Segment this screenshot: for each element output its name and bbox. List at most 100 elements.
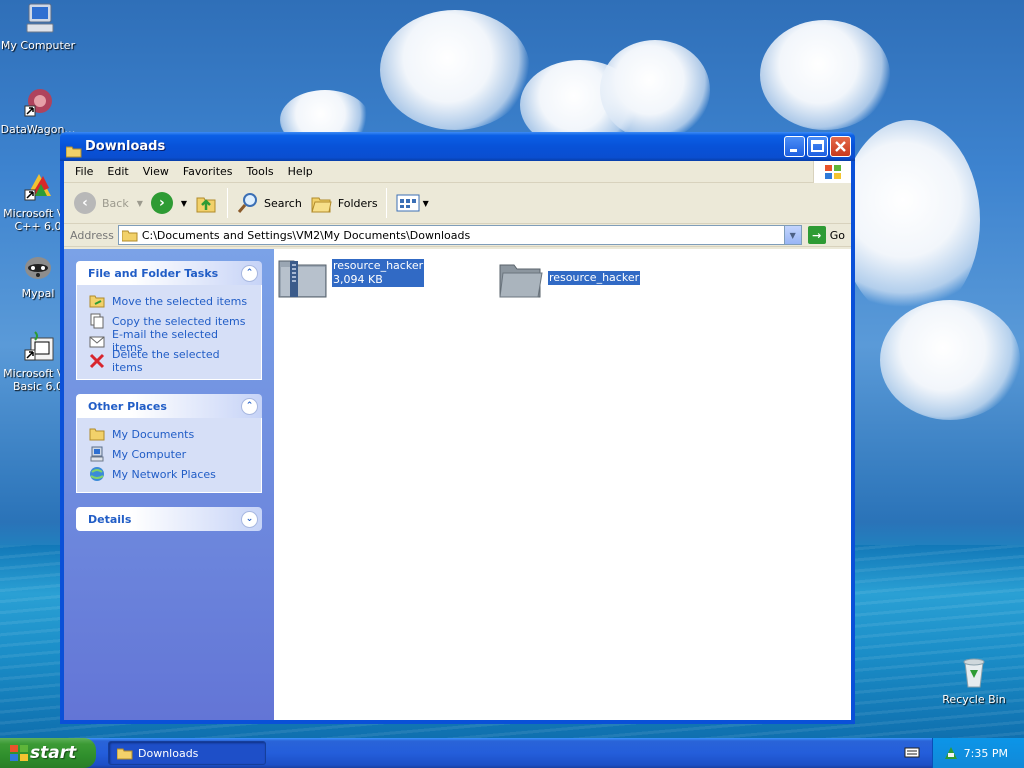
details-header[interactable]: Details ⌄ xyxy=(76,507,262,531)
go-label: Go xyxy=(829,228,845,242)
zip-folder-icon xyxy=(278,260,327,298)
menu-view[interactable]: View xyxy=(136,165,176,178)
panel-title: Other Places xyxy=(88,399,167,413)
task-pane: File and Folder Tasks ⌃ Move the selecte… xyxy=(64,249,274,720)
menu-favorites[interactable]: Favorites xyxy=(176,165,240,178)
task-label: Delete the selected items xyxy=(112,348,220,374)
file-name: resource_hacker xyxy=(332,259,425,273)
search-label: Search xyxy=(264,196,302,210)
keyboard-icon[interactable] xyxy=(904,745,920,762)
window-titlebar[interactable]: Downloads xyxy=(60,132,855,161)
search-icon xyxy=(237,193,258,213)
email-items-icon xyxy=(89,333,105,349)
windows-flag-icon xyxy=(10,745,28,761)
expand-chevron-icon[interactable]: ⌄ xyxy=(241,510,258,528)
file-size: 3,094 KB xyxy=(332,273,425,287)
other-places-header[interactable]: Other Places ⌃ xyxy=(76,394,262,418)
panel-title: File and Folder Tasks xyxy=(88,266,219,280)
file-folder-tasks-header[interactable]: File and Folder Tasks ⌃ xyxy=(76,261,262,285)
start-label: start xyxy=(30,743,77,763)
up-button[interactable] xyxy=(191,187,223,219)
minimize-icon xyxy=(790,149,797,152)
desktop-icon-label: My Computer xyxy=(0,39,76,52)
file-list-area[interactable]: resource_hacker 3,094 KB resource_hacker xyxy=(274,249,851,720)
place-label: My Computer xyxy=(112,447,187,461)
other-places-panel: Other Places ⌃ My Documents My Computer xyxy=(76,394,262,493)
my-computer-icon xyxy=(21,2,55,36)
desktop-icon-recycle-bin[interactable]: Recycle Bin xyxy=(936,656,1012,706)
forward-dropdown-icon[interactable]: ▼ xyxy=(181,199,187,208)
forward-arrow-icon: › xyxy=(150,192,173,214)
file-item-zip[interactable]: resource_hacker 3,094 KB xyxy=(278,257,425,299)
desktop-icon-my-computer[interactable]: My Computer xyxy=(0,2,76,52)
task-label: Move the selected items xyxy=(112,294,248,308)
desktop-icon-datawagon[interactable]: DataWagon… xyxy=(0,86,76,136)
address-bar: Address C:\Documents and Settings\VM2\My… xyxy=(64,224,851,247)
sky-cloud xyxy=(760,20,890,130)
maximize-button[interactable] xyxy=(807,136,828,157)
file-folder-tasks-panel: File and Folder Tasks ⌃ Move the selecte… xyxy=(76,261,262,380)
standard-toolbar: ‹ Back ▼ › ▼ Search Folders ▼ xyxy=(64,183,851,224)
file-item-folder[interactable]: resource_hacker xyxy=(498,261,641,301)
views-dropdown-icon: ▼ xyxy=(422,198,429,208)
menu-file[interactable]: File xyxy=(68,165,100,178)
menu-edit[interactable]: Edit xyxy=(100,165,135,178)
start-button[interactable]: start xyxy=(0,738,96,768)
sky-cloud xyxy=(840,120,980,320)
window-body: File and Folder Tasks ⌃ Move the selecte… xyxy=(64,249,851,720)
file-name: resource_hacker xyxy=(548,271,641,285)
task-delete-selected[interactable]: Delete the selected items xyxy=(89,348,251,374)
network-tray-icon[interactable] xyxy=(943,745,959,764)
collapse-chevron-icon[interactable]: ⌃ xyxy=(241,264,258,282)
place-my-computer[interactable]: My Computer xyxy=(89,444,251,464)
views-button[interactable]: ▼ xyxy=(391,187,433,219)
close-button[interactable] xyxy=(830,136,851,157)
desktop-icon-label: Recycle Bin xyxy=(942,693,1006,706)
system-tray: 7:35 PM xyxy=(932,738,1024,768)
datawagon-shortcut-icon xyxy=(21,86,55,120)
views-icon xyxy=(396,194,420,212)
menu-help[interactable]: Help xyxy=(281,165,320,178)
visual-basic-shortcut-icon xyxy=(21,330,55,364)
folders-label: Folders xyxy=(337,196,378,210)
address-dropdown-icon[interactable]: ▼ xyxy=(783,226,801,244)
menu-bar: File Edit View Favorites Tools Help xyxy=(64,161,851,183)
my-computer-icon xyxy=(89,446,105,462)
go-arrow-icon: → xyxy=(807,226,826,244)
my-documents-icon xyxy=(89,426,105,442)
place-my-network-places[interactable]: My Network Places xyxy=(89,464,251,484)
copy-items-icon xyxy=(89,313,105,329)
sky-cloud xyxy=(600,40,710,140)
address-label: Address xyxy=(70,228,114,242)
back-button[interactable]: ‹ Back ▼ xyxy=(70,187,147,219)
task-label: Copy the selected items xyxy=(112,314,246,328)
mypal-raccoon-icon xyxy=(21,250,55,284)
go-button[interactable]: → Go xyxy=(802,226,851,244)
place-my-documents[interactable]: My Documents xyxy=(89,424,251,444)
taskbar-button-label: Downloads xyxy=(138,746,199,760)
menu-tools[interactable]: Tools xyxy=(240,165,281,178)
folder-icon xyxy=(499,264,543,298)
back-arrow-icon: ‹ xyxy=(74,192,96,214)
place-label: My Documents xyxy=(112,427,195,441)
folders-button[interactable]: Folders xyxy=(306,187,382,219)
collapse-chevron-icon[interactable]: ⌃ xyxy=(241,397,258,415)
maximize-icon xyxy=(811,140,824,152)
place-label: My Network Places xyxy=(112,467,216,481)
minimize-button[interactable] xyxy=(784,136,805,157)
toolbar-separator xyxy=(385,188,387,218)
move-items-icon xyxy=(89,293,105,309)
clock[interactable]: 7:35 PM xyxy=(964,747,1008,760)
folder-icon xyxy=(117,748,133,759)
taskbar-button-downloads[interactable]: Downloads xyxy=(108,741,266,765)
task-move-selected[interactable]: Move the selected items xyxy=(89,291,251,311)
network-places-icon xyxy=(89,466,105,482)
forward-button[interactable]: › ▼ xyxy=(147,187,191,219)
address-field[interactable]: C:\Documents and Settings\VM2\My Documen… xyxy=(117,225,802,245)
back-dropdown-icon[interactable]: ▼ xyxy=(137,199,143,208)
window-client: File Edit View Favorites Tools Help ‹ Ba… xyxy=(64,161,851,720)
recycle-bin-icon xyxy=(957,656,991,690)
explorer-window: Downloads File Edit View Favorites Tools… xyxy=(60,132,855,724)
taskbar: start Downloads 7:35 PM xyxy=(0,738,1024,768)
search-button[interactable]: Search xyxy=(232,187,306,219)
